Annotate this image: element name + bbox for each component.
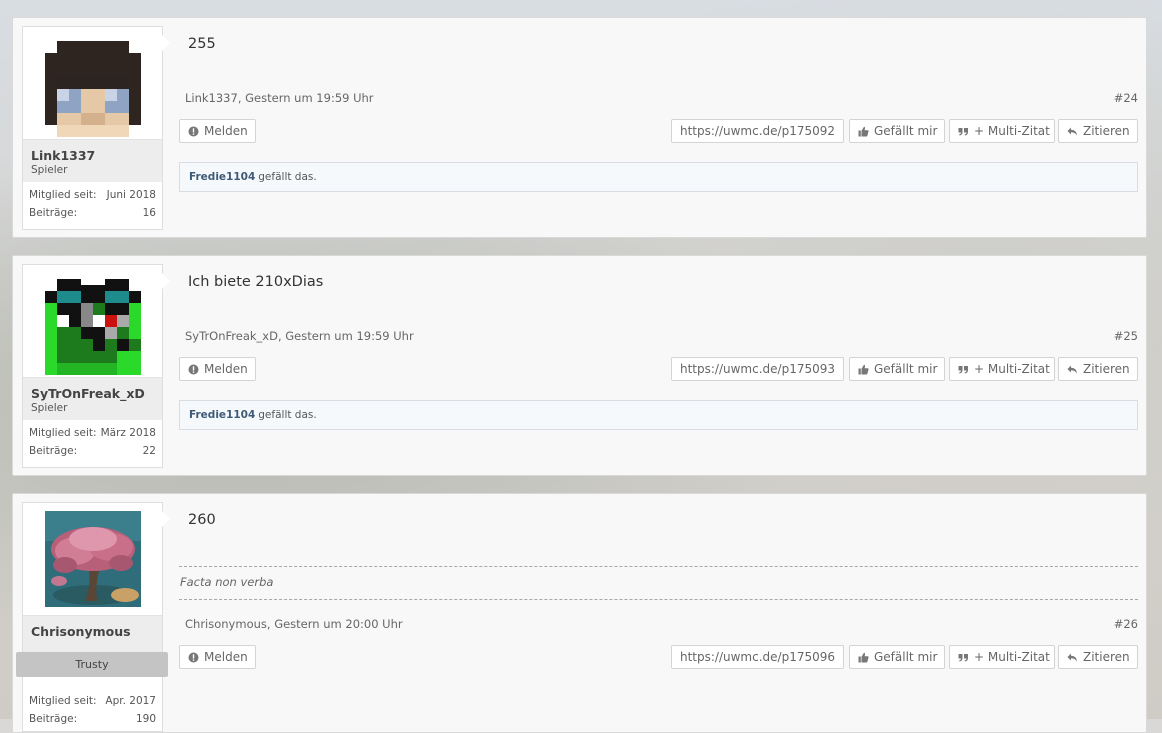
post-count-label: Beiträge:: [29, 445, 78, 457]
signature-divider: [179, 599, 1138, 600]
post-author-time[interactable]: SyTrOnFreak_xD, Gestern um 19:59 Uhr: [185, 329, 414, 343]
member-since-value: Apr. 2017: [105, 695, 156, 707]
member-since-value: März 2018: [100, 427, 156, 439]
member-since-label: Mitglied seit:: [29, 695, 97, 707]
user-avatar[interactable]: [45, 511, 141, 607]
like-button[interactable]: Gefällt mir: [849, 645, 945, 669]
multiquote-label: + Multi-Zitat: [974, 650, 1050, 664]
report-button[interactable]: Melden: [179, 645, 256, 669]
rank-badge: Trusty: [16, 652, 168, 677]
exclamation-circle-icon: [188, 126, 199, 137]
username-link[interactable]: Chrisonymous: [31, 624, 154, 639]
permalink-url: https://uwmc.de/p175092: [680, 124, 836, 138]
user-info: Chrisonymous: [23, 615, 162, 656]
quote-button[interactable]: Zitieren: [1058, 645, 1138, 669]
likes-text: gefällt das.: [258, 409, 317, 421]
multiquote-button[interactable]: + Multi-Zitat: [949, 119, 1055, 143]
like-button[interactable]: Gefällt mir: [849, 119, 945, 143]
post-24: Link1337 Spieler Mitglied seit: Juni 2018…: [12, 17, 1147, 238]
user-sidebar: SyTrOnFreak_xD Spieler Mitglied seit: Mär…: [22, 264, 170, 468]
user-avatar[interactable]: [45, 41, 141, 137]
likes-bar: Fredie1104 gefällt das.: [179, 400, 1138, 430]
post-26: Chrisonymous Trusty Mitglied seit: Apr. 2…: [12, 493, 1147, 733]
reply-icon: [1067, 652, 1078, 663]
reply-icon: [1067, 364, 1078, 375]
quote-icon: [958, 652, 969, 663]
post-number-link[interactable]: #24: [1114, 91, 1138, 105]
member-since-value: Juni 2018: [106, 189, 156, 201]
permalink-url: https://uwmc.de/p175096: [680, 650, 836, 664]
signature-divider: [179, 566, 1138, 567]
report-label: Melden: [204, 362, 248, 376]
exclamation-circle-icon: [188, 652, 199, 663]
user-rank: Spieler: [31, 402, 68, 414]
username-link[interactable]: SyTrOnFreak_xD: [31, 386, 154, 401]
post-message: 255: [188, 36, 216, 52]
username-link[interactable]: Link1337: [31, 148, 154, 163]
thumbs-up-icon: [858, 126, 869, 137]
permalink-url-button[interactable]: https://uwmc.de/p175096: [671, 645, 844, 669]
liker-link[interactable]: Fredie1104: [189, 409, 255, 421]
like-label: Gefällt mir: [874, 362, 938, 376]
quote-label: Zitieren: [1083, 362, 1130, 376]
post-meta: Chrisonymous, Gestern um 20:00 Uhr #26: [185, 617, 1138, 631]
exclamation-circle-icon: [188, 364, 199, 375]
post-message: Ich biete 210xDias: [188, 274, 324, 290]
multiquote-button[interactable]: + Multi-Zitat: [949, 357, 1055, 381]
post-count-value[interactable]: 22: [143, 445, 156, 457]
multiquote-button[interactable]: + Multi-Zitat: [949, 645, 1055, 669]
quote-button[interactable]: Zitieren: [1058, 119, 1138, 143]
user-stats: Mitglied seit: März 2018 Beiträge: 22: [23, 420, 162, 464]
multiquote-label: + Multi-Zitat: [974, 124, 1050, 138]
post-meta: Link1337, Gestern um 19:59 Uhr #24: [185, 91, 1138, 105]
member-since-label: Mitglied seit:: [29, 427, 97, 439]
member-since-label: Mitglied seit:: [29, 189, 97, 201]
like-button[interactable]: Gefällt mir: [849, 357, 945, 381]
quote-icon: [958, 126, 969, 137]
multiquote-label: + Multi-Zitat: [974, 362, 1050, 376]
user-info: SyTrOnFreak_xD Spieler: [23, 377, 162, 420]
permalink-url-button[interactable]: https://uwmc.de/p175092: [671, 119, 844, 143]
user-sidebar: Chrisonymous Trusty Mitglied seit: Apr. 2…: [16, 502, 170, 732]
user-rank: Spieler: [31, 164, 68, 176]
post-count-label: Beiträge:: [29, 207, 78, 219]
signature-text: Facta non verba: [180, 575, 274, 589]
post-author-time[interactable]: Chrisonymous, Gestern um 20:00 Uhr: [185, 617, 403, 631]
permalink-url-button[interactable]: https://uwmc.de/p175093: [671, 357, 844, 381]
quote-icon: [958, 364, 969, 375]
thumbs-up-icon: [858, 364, 869, 375]
user-sidebar: Link1337 Spieler Mitglied seit: Juni 2018…: [22, 26, 170, 230]
report-button[interactable]: Melden: [179, 119, 256, 143]
post-number-link[interactable]: #26: [1114, 617, 1138, 631]
post-meta: SyTrOnFreak_xD, Gestern um 19:59 Uhr #25: [185, 329, 1138, 343]
user-info: Link1337 Spieler: [23, 139, 162, 182]
quote-label: Zitieren: [1083, 650, 1130, 664]
permalink-url: https://uwmc.de/p175093: [680, 362, 836, 376]
like-label: Gefällt mir: [874, 650, 938, 664]
report-button[interactable]: Melden: [179, 357, 256, 381]
post-count-label: Beiträge:: [29, 713, 78, 725]
liker-link[interactable]: Fredie1104: [189, 171, 255, 183]
user-avatar[interactable]: [45, 279, 141, 375]
like-label: Gefällt mir: [874, 124, 938, 138]
likes-bar: Fredie1104 gefällt das.: [179, 162, 1138, 192]
post-25: SyTrOnFreak_xD Spieler Mitglied seit: Mär…: [12, 255, 1147, 476]
post-author-time[interactable]: Link1337, Gestern um 19:59 Uhr: [185, 91, 374, 105]
quote-label: Zitieren: [1083, 124, 1130, 138]
reply-icon: [1067, 126, 1078, 137]
likes-text: gefällt das.: [258, 171, 317, 183]
thumbs-up-icon: [858, 652, 869, 663]
quote-button[interactable]: Zitieren: [1058, 357, 1138, 381]
post-count-value[interactable]: 190: [136, 713, 156, 725]
report-label: Melden: [204, 650, 248, 664]
report-label: Melden: [204, 124, 248, 138]
post-message: 260: [188, 512, 216, 528]
post-number-link[interactable]: #25: [1114, 329, 1138, 343]
user-stats: Mitglied seit: Juni 2018 Beiträge: 16: [23, 182, 162, 226]
post-count-value[interactable]: 16: [143, 207, 156, 219]
